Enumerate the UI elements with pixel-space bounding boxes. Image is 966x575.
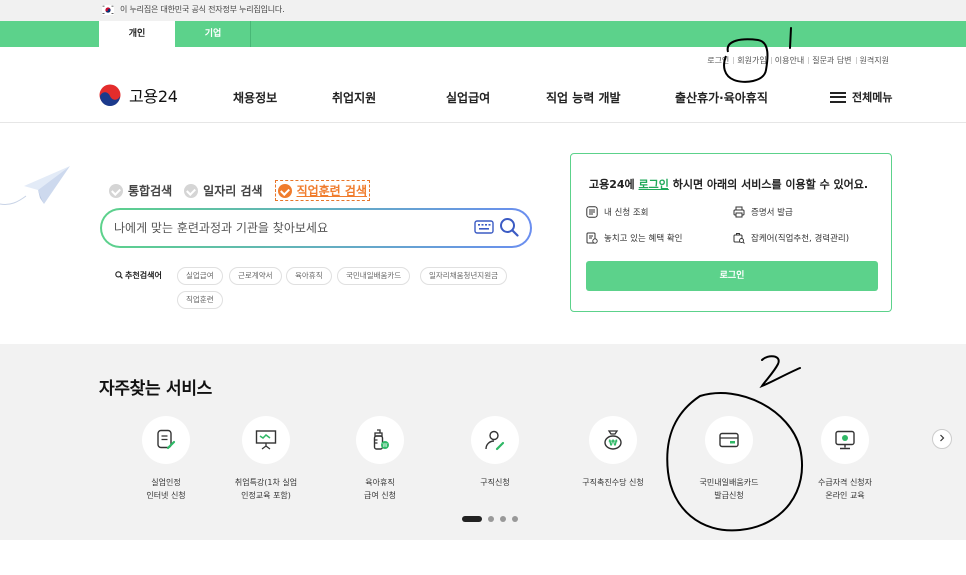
check-circle-icon	[109, 183, 123, 198]
tab-personal[interactable]: 개인	[99, 21, 175, 47]
nav-item-parental-leave[interactable]: 출산휴가·육아휴직	[675, 89, 768, 106]
all-menu-button[interactable]: 전체메뉴	[830, 89, 892, 105]
frequent-services-heading: 자주찾는 서비스	[99, 379, 212, 399]
utility-links: 로그인 회원가입 이용안내 질문과 답변 원격지원	[703, 55, 893, 66]
baby-bottle-icon: W	[373, 429, 389, 450]
printer-icon	[733, 206, 745, 218]
guide-link[interactable]: 이용안내	[770, 55, 808, 66]
service-my-applications[interactable]: 내 신청 조회	[586, 206, 649, 218]
all-menu-label: 전체메뉴	[852, 91, 893, 104]
keyword-chip[interactable]: 직업훈련	[177, 291, 223, 309]
search-type-options: 통합검색 일자리 검색 직업훈련 검색	[109, 180, 382, 201]
keyword-chip[interactable]: 실업급여	[177, 267, 223, 285]
nav-item-vocational-training[interactable]: 직업 능력 개발	[546, 89, 621, 106]
radio-integrated-search[interactable]: 통합검색	[109, 182, 172, 199]
search-icon	[115, 271, 123, 279]
signup-link[interactable]: 회원가입	[733, 55, 770, 66]
keyword-chip[interactable]: 육아휴직	[286, 267, 332, 285]
recommend-label: 추천검색어	[115, 270, 162, 281]
keyword-chip[interactable]: 일자리채움청년지원금	[420, 267, 507, 285]
document-check-icon	[586, 232, 598, 244]
login-button[interactable]: 로그인	[586, 261, 878, 291]
keyboard-icon[interactable]	[474, 220, 494, 234]
login-panel-login-link[interactable]: 로그인	[639, 178, 669, 191]
service-certificate[interactable]: 증명서 발급	[733, 206, 793, 218]
pagination-dot[interactable]	[500, 516, 506, 522]
frequent-services-section: 자주찾는 서비스 실업인정 인터넷 신청 취업특강(1차 실업 인정교육 포함)…	[0, 344, 966, 540]
logo-text: 고용24	[129, 87, 178, 106]
person-edit-icon	[485, 430, 505, 451]
check-circle-icon	[184, 183, 199, 198]
nav-item-jobs[interactable]: 채용정보	[233, 89, 277, 106]
service-jobcare[interactable]: 잡케어(직업추천, 경력관리)	[733, 232, 849, 244]
tab-company[interactable]: 기업	[175, 21, 251, 47]
won-pouch-icon: ₩	[604, 430, 622, 450]
frequent-service-item[interactable]: 취업특강(1차 실업 인정교육 포함)	[206, 416, 326, 502]
job-search-icon	[733, 233, 745, 244]
presentation-board-icon	[255, 430, 277, 450]
frequent-service-item[interactable]: 수급자격 신청자 온라인 교육	[785, 416, 905, 502]
login-link[interactable]: 로그인	[703, 55, 733, 66]
radio-job-search[interactable]: 일자리 검색	[184, 182, 263, 199]
frequent-service-item[interactable]: W 육아휴직 급여 신청	[320, 416, 440, 502]
keyword-chip[interactable]: 국민내일배움카드	[337, 267, 411, 285]
remote-support-link[interactable]: 원격지원	[855, 55, 893, 66]
gov-banner-text: 이 누리집은 대한민국 공식 전자정부 누리집입니다.	[120, 5, 285, 14]
keyword-chip[interactable]: 근로계약서	[229, 267, 282, 285]
frequent-service-item[interactable]: 국민내일배움카드 발급신청	[669, 416, 789, 502]
svg-text:₩: ₩	[609, 439, 618, 448]
paper-plane-icon	[0, 166, 70, 205]
nav-item-employment-support[interactable]: 취업지원	[332, 89, 376, 106]
site-logo[interactable]: 고용24	[99, 84, 178, 106]
chevron-right-icon	[940, 434, 945, 442]
nav-item-unemployment-benefit[interactable]: 실업급여	[446, 89, 490, 106]
frequent-service-item[interactable]: 구직신청	[435, 416, 555, 489]
document-edit-icon	[157, 429, 176, 450]
monitor-icon	[835, 430, 855, 450]
login-panel-title: 고용24에 로그인 하시면 아래의 서비스를 이용할 수 있어요.	[589, 178, 869, 191]
hamburger-icon	[830, 91, 846, 103]
pagination-dot-active[interactable]	[462, 516, 482, 522]
search-box	[100, 208, 532, 248]
search-icon[interactable]	[499, 217, 519, 237]
frequent-service-item[interactable]: ₩ 구직촉진수당 신청	[553, 416, 673, 489]
pagination-dot[interactable]	[488, 516, 494, 522]
pagination-dot[interactable]	[512, 516, 518, 522]
carousel-pagination	[462, 516, 524, 522]
login-panel: 고용24에 로그인 하시면 아래의 서비스를 이용할 수 있어요. 내 신청 조…	[570, 153, 892, 312]
qna-link[interactable]: 질문과 답변	[808, 55, 855, 66]
search-input[interactable]	[114, 219, 454, 237]
audience-tab-bar: 개인 기업	[0, 21, 966, 47]
card-icon	[719, 432, 739, 448]
check-circle-icon	[277, 183, 292, 198]
gov-banner: 이 누리집은 대한민국 공식 전자정부 누리집입니다.	[0, 0, 966, 21]
nav-divider	[0, 122, 966, 123]
logo-emblem-icon	[99, 84, 121, 106]
list-icon	[586, 206, 598, 218]
carousel-next-button[interactable]	[932, 429, 952, 449]
svg-text:W: W	[383, 443, 388, 449]
taegukgi-flag-icon	[102, 5, 114, 15]
service-missed-benefits[interactable]: 놓치고 있는 혜택 확인	[586, 232, 683, 244]
radio-training-search[interactable]: 직업훈련 검색	[274, 180, 370, 201]
